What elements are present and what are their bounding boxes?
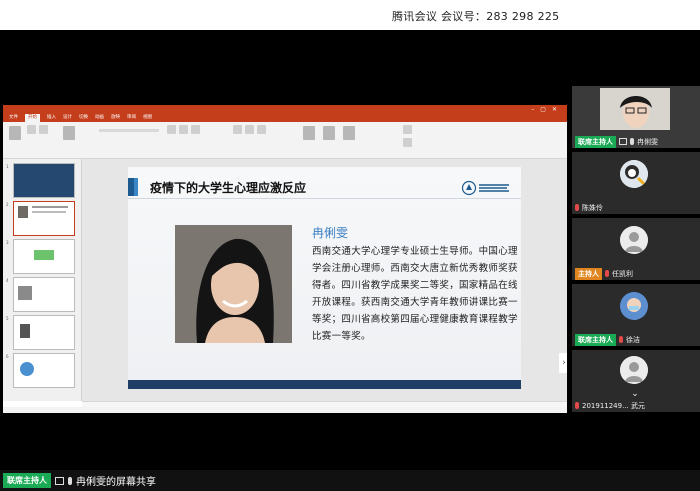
bold-icon[interactable] (167, 125, 176, 134)
slide-footer-bar (128, 380, 521, 389)
participant-label: 联席主持人 冉俐雯 (572, 135, 658, 148)
current-slide: 疫情下的大学生心理应激反应 冉俐雯 西南交通大学心理学专业硕士生导师。中国心理学… (128, 167, 521, 389)
participant-list: 联席主持人 冉俐雯 陈姝伶 主持人 任凯利 联席主持人 徐洁 201911249… (572, 86, 700, 430)
tab-animations[interactable]: 动画 (95, 114, 104, 122)
participant-tile[interactable]: 陈姝伶 (572, 152, 700, 214)
speaker-bio: 西南交通大学心理学专业硕士生导师。中国心理学会注册心理师。西南交大唐立新优秀教师… (312, 246, 518, 342)
slide-thumbnail-2[interactable]: 2 (6, 201, 75, 236)
screen-share-icon (619, 138, 627, 145)
find-icon[interactable] (403, 125, 412, 134)
meeting-title: 腾讯会议 会议号：283 298 225 (392, 10, 560, 23)
tab-review[interactable]: 审阅 (127, 114, 136, 122)
arrange-icon[interactable] (323, 126, 335, 140)
participant-name: 201911249... 武元 (582, 401, 645, 410)
new-slide-icon[interactable] (63, 126, 75, 140)
tab-file[interactable]: 文件 (9, 114, 18, 122)
participant-tile[interactable]: 联席主持人 冉俐雯 (572, 86, 700, 148)
participant-tile[interactable]: 主持人 任凯利 (572, 218, 700, 280)
microphone-icon (68, 476, 72, 485)
microphone-muted-icon (575, 402, 579, 409)
tab-design[interactable]: 设计 (63, 114, 72, 122)
slide-thumbnail-3[interactable]: 3 (6, 239, 75, 274)
slide-thumbnail-4[interactable]: 4 (6, 277, 75, 312)
speaker-name: 冉俐雯 (312, 226, 349, 240)
slide-thumbnail-6[interactable]: 6 (6, 353, 75, 388)
slide-thumbnail-5[interactable]: 5 (6, 315, 75, 350)
participant-name: 任凯利 (612, 269, 633, 278)
slide-editor: 疫情下的大学生心理应激反应 冉俐雯 西南交通大学心理学专业硕士生导师。中国心理学… (82, 159, 567, 401)
cut-icon[interactable] (27, 125, 36, 134)
participant-label: 陈姝伶 (572, 201, 603, 214)
participant-tile[interactable]: 201911249... 武元 (572, 350, 700, 412)
screen-share-banner: 联席主持人 冉俐雯的屏幕共享 (0, 470, 700, 491)
chevron-down-icon[interactable]: ⌄ (629, 389, 641, 399)
avatar (620, 292, 648, 320)
microphone-icon (630, 138, 634, 145)
ppt-ribbon (3, 122, 567, 159)
microphone-muted-icon (619, 336, 623, 343)
cohost-badge: 联席主持人 (3, 473, 51, 488)
window-controls[interactable]: –▢✕ (531, 105, 563, 114)
align-right-icon[interactable] (257, 125, 266, 134)
font-selector[interactable] (99, 129, 159, 132)
italic-icon[interactable] (179, 125, 188, 134)
paste-icon[interactable] (9, 126, 21, 140)
cohost-badge: 联席主持人 (575, 333, 616, 346)
microphone-muted-icon (605, 270, 609, 277)
copy-icon[interactable] (39, 125, 48, 134)
participant-label: 201911249... 武元 (572, 399, 645, 412)
participant-name: 冉俐雯 (637, 137, 658, 146)
university-logo (461, 180, 509, 196)
cohost-badge: 联席主持人 (575, 135, 616, 148)
slide-thumbnail-pane: 1 2 3 4 5 6 (3, 159, 82, 401)
replace-icon[interactable] (403, 138, 412, 147)
avatar (620, 356, 648, 384)
slide-thumbnail-1[interactable]: 1 (6, 163, 75, 198)
participant-label: 联席主持人 徐洁 (572, 333, 640, 346)
participant-video (600, 88, 670, 130)
avatar (620, 160, 648, 188)
title-divider (128, 198, 521, 199)
tab-insert[interactable]: 插入 (47, 114, 56, 122)
shapes-icon[interactable] (303, 126, 315, 140)
align-center-icon[interactable] (245, 125, 254, 134)
tab-slideshow[interactable]: 放映 (111, 114, 120, 122)
title-accent-bar-light (134, 178, 138, 196)
share-status-text: 冉俐雯的屏幕共享 (76, 477, 156, 488)
avatar (620, 226, 648, 254)
ppt-status-bar (3, 407, 567, 413)
ppt-ribbon-tabs: 文件 开始 插入 设计 切换 动画 放映 审阅 视图 (3, 114, 567, 122)
slide-title: 疫情下的大学生心理应激反应 (150, 181, 307, 195)
participant-name: 陈姝伶 (582, 203, 603, 212)
microphone-muted-icon (575, 204, 579, 211)
quick-styles-icon[interactable] (343, 126, 355, 140)
meeting-top-bar: 腾讯会议 会议号：283 298 225 (0, 0, 700, 30)
tab-view[interactable]: 视图 (143, 114, 152, 122)
tab-home[interactable]: 开始 (25, 114, 40, 122)
speaker-photo (175, 225, 292, 343)
ppt-title-bar: –▢✕ (3, 105, 567, 114)
participant-name: 徐洁 (626, 335, 640, 344)
screen-share-icon (55, 476, 64, 485)
tab-transitions[interactable]: 切换 (79, 114, 88, 122)
shared-powerpoint-window: –▢✕ 文件 开始 插入 设计 切换 动画 放映 审阅 视图 1 2 3 4 5… (3, 105, 567, 413)
participant-tile[interactable]: 联席主持人 徐洁 (572, 284, 700, 346)
participant-label: 主持人 任凯利 (572, 267, 633, 280)
host-badge: 主持人 (575, 267, 602, 280)
align-left-icon[interactable] (233, 125, 242, 134)
underline-icon[interactable] (191, 125, 200, 134)
chevron-right-icon[interactable]: › (559, 353, 567, 373)
